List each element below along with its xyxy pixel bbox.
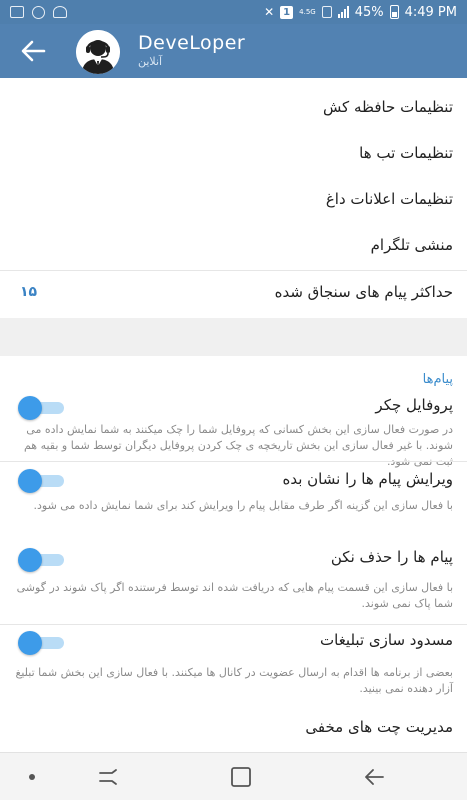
hidden-chats-row[interactable]: مدیریت چت های مخفی	[0, 708, 467, 750]
recents-icon	[99, 769, 117, 785]
settings-list: تنظیمات حافظه کش تنظیمات تب ها تنظیمات ا…	[0, 78, 467, 750]
battery-icon	[389, 5, 399, 19]
menu-item-label: تنظیمات حافظه کش	[322, 98, 453, 116]
back-button[interactable]	[18, 37, 48, 65]
battery-percent: 45%	[354, 4, 384, 20]
clock: 4:49 PM	[404, 4, 457, 20]
hidden-chats-label: مدیریت چت های مخفی	[305, 718, 453, 736]
menu-item-hot-notifications[interactable]: تنظیمات اعلانات داغ	[0, 176, 467, 222]
menu-item-telegram-secretary[interactable]: منشی تلگرام	[0, 222, 467, 268]
max-pinned-value: ۱۵	[20, 284, 38, 300]
arrow-left-icon	[21, 40, 46, 62]
profile-checker-toggle[interactable]	[18, 396, 64, 420]
notification-badge: 1	[280, 5, 294, 19]
avatar[interactable]	[76, 30, 120, 74]
keep-deleted-messages-toggle[interactable]	[18, 548, 64, 572]
profile-checker-row[interactable]: پروفایل چکر در صورت فعال سازی این بخش کس…	[0, 368, 467, 468]
toggle-label: ویرایش پیام ها را نشان بده	[282, 470, 453, 488]
section-separator	[0, 318, 467, 356]
page-title: DeveLoper	[138, 32, 246, 54]
gallery-notification-icon	[10, 6, 24, 18]
toggle-thumb	[18, 396, 42, 420]
app-notification-icon	[32, 5, 45, 19]
system-nav-bar	[0, 752, 467, 800]
online-status: آنلاین	[138, 55, 163, 68]
block-ads-row[interactable]: مسدود سازی تبلیغات بعضی از برنامه ها اقد…	[0, 625, 467, 705]
toggle-label: پیام ها را حذف نکن	[330, 548, 453, 566]
menu-item-cache-settings[interactable]: تنظیمات حافظه کش	[0, 78, 467, 128]
signal-icon	[337, 6, 349, 18]
menu-item-label: منشی تلگرام	[370, 236, 453, 254]
toggle-description: بعضی از برنامه ها اقدام به ارسال عضویت د…	[15, 666, 453, 695]
menu-item-label: تنظیمات تب ها	[359, 144, 453, 162]
status-bar: ✕ 1 4.5G 45% 4:49 PM	[0, 0, 467, 24]
toggle-label: پروفایل چکر	[375, 396, 453, 414]
home-button[interactable]	[229, 765, 253, 789]
toggle-description: با فعال سازی این گزینه اگر طرف مقابل پیا…	[33, 499, 454, 512]
nav-dot-button[interactable]	[20, 765, 44, 789]
show-edited-messages-toggle[interactable]	[18, 469, 64, 493]
show-edited-messages-row[interactable]: ویرایش پیام ها را نشان بده با فعال سازی …	[0, 462, 467, 538]
recents-button[interactable]	[96, 765, 120, 789]
mute-icon: ✕	[264, 5, 275, 19]
toggle-label: مسدود سازی تبلیغات	[320, 631, 453, 649]
max-pinned-label: حداکثر پیام های سنجاق شده	[274, 283, 453, 301]
data-transfer-icon	[321, 6, 332, 18]
dot-icon	[29, 774, 35, 780]
system-back-button[interactable]	[362, 765, 386, 789]
block-ads-toggle[interactable]	[18, 631, 64, 655]
toggle-thumb	[18, 469, 42, 493]
max-pinned-messages-row[interactable]: ۱۵ حداکثر پیام های سنجاق شده	[0, 271, 467, 317]
user-headset-icon	[76, 30, 120, 74]
action-bar: DeveLoper آنلاین	[0, 24, 467, 78]
back-arrow-icon	[365, 769, 384, 785]
toggle-thumb	[18, 631, 42, 655]
network-type: 4.5G	[299, 7, 316, 16]
toggle-thumb	[18, 548, 42, 572]
toggle-description: با فعال سازی این قسمت پیام هایی که دریاف…	[16, 581, 453, 610]
home-square-icon	[231, 767, 251, 787]
menu-item-label: تنظیمات اعلانات داغ	[325, 190, 453, 208]
menu-item-tab-settings[interactable]: تنظیمات تب ها	[0, 128, 467, 176]
wifi-notification-icon	[53, 6, 67, 18]
keep-deleted-messages-row[interactable]: پیام ها را حذف نکن با فعال سازی این قسمت…	[0, 540, 467, 624]
